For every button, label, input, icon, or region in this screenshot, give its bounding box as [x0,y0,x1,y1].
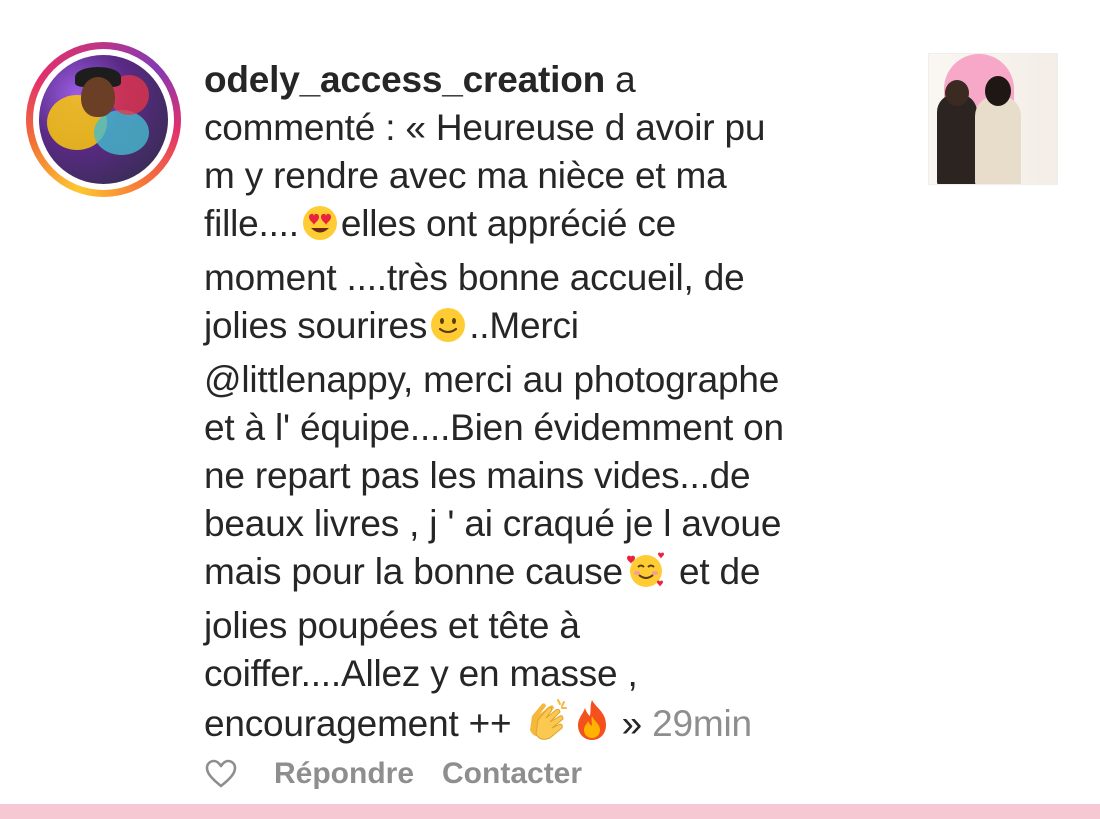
comment-fragment: encouragement ++ [204,703,522,744]
avatar-art [81,77,115,117]
comment-line: jolies sourires ..Merci [204,302,904,356]
avatar[interactable] [39,55,168,184]
thumbnail-photo [945,80,969,106]
comment-fragment: mais pour la bonne cause [204,551,623,592]
contact-button[interactable]: Contacter [442,757,582,791]
avatar-art [94,110,149,155]
like-heart-icon[interactable] [204,757,238,791]
smiling-face-with-hearts-emoji-icon [625,550,667,602]
comment-fragment: fille.... [204,203,299,244]
comment-line: odely_access_creation a [204,56,904,104]
heart-eyes-emoji-icon [301,204,339,254]
thumbnail-photo [975,96,1021,184]
comment-line: coiffer....Allez y en masse , [204,653,638,694]
comment-fragment: ..Merci [469,305,579,346]
comment-line: beaux livres , j ' ai craqué je l avoue [204,503,782,544]
comment-line: jolies poupées et tête à [204,605,580,646]
thumbnail-photo [937,94,977,184]
username-link[interactable]: odely_access_creation [204,59,605,100]
comment-line: @littlenappy, merci au photographe [204,359,780,400]
thumbnail-photo [985,76,1011,106]
comment-line: et à l' équipe....Bien évidemment on [204,407,784,448]
comment-actions: Répondre Contacter [204,752,610,796]
comment-fragment: jolies sourires [204,305,428,346]
slight-smile-emoji-icon [429,306,467,356]
bottom-divider-bar [0,804,1100,819]
timestamp: 29min [652,703,752,744]
comment-line: ne repart pas les mains vides...de [204,455,751,496]
avatar-frame [33,49,174,190]
comment-line: commenté : « Heureuse d avoir pu [204,107,766,148]
comment-fragment: » [611,703,643,744]
comment-line: encouragement ++ » 29min [204,698,904,754]
comment-verb: a [605,59,636,100]
comment-line: fille.... elles ont apprécié ce [204,200,904,254]
comment-fragment: elles ont apprécié ce [340,203,677,244]
comment-text: odely_access_creation a commenté : « Heu… [204,56,904,754]
clapping-hands-emoji-icon [524,698,570,754]
comment-line: mais pour la bonne cause et de [204,548,904,602]
comment-line: m y rendre avec ma nièce et ma [204,155,727,196]
comment-line: moment ....très bonne accueil, de [204,257,745,298]
post-thumbnail[interactable] [928,53,1058,185]
comment-fragment: et de [668,551,761,592]
fire-emoji-icon [574,698,610,754]
avatar-story-ring[interactable] [26,42,181,197]
reply-button[interactable]: Répondre [274,757,414,791]
